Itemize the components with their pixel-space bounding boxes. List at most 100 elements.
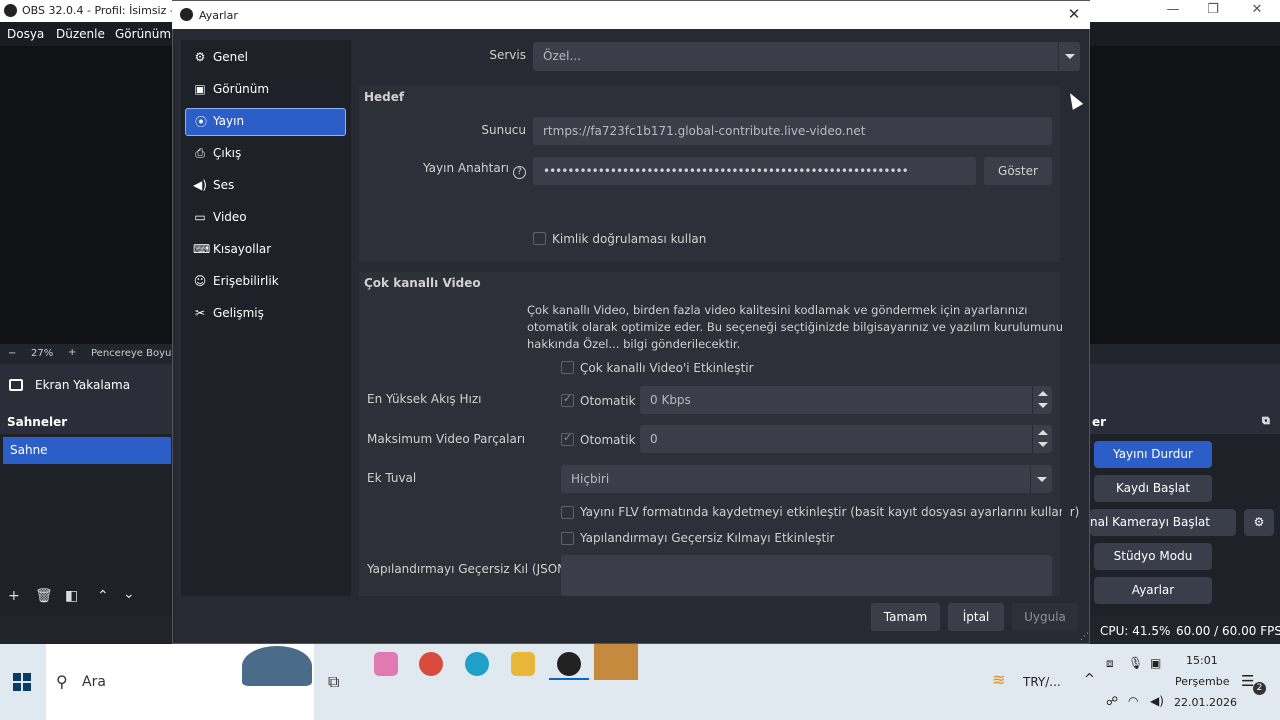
override-json-label: Yapılandırmayı Geçersiz Kıl (JSON) <box>367 562 571 576</box>
clock-day[interactable]: Perşembe <box>1175 675 1230 688</box>
scene-item[interactable]: Sahne <box>3 437 171 464</box>
sidebar-item-accessibility[interactable]: ☺ Erişebilirlik <box>185 268 346 296</box>
monitor-icon: ▭ <box>194 210 206 224</box>
wifi-icon[interactable]: ◠ <box>1128 694 1138 708</box>
help-icon[interactable]: ? <box>513 166 526 179</box>
sidebar-item-video[interactable]: ▭ Video <box>185 204 346 232</box>
close-icon[interactable]: ✕ <box>1242 2 1272 20</box>
obs-window-title: OBS 32.0.4 - Profil: İsimsiz - Sa <box>22 4 192 17</box>
stream-key-input[interactable]: ••••••••••••••••••••••••••••••••••••••••… <box>533 157 976 185</box>
close-icon[interactable]: ✕ <box>1064 5 1084 23</box>
menu-view[interactable]: Görünüm <box>115 27 171 41</box>
override-enable-checkbox[interactable] <box>561 532 574 545</box>
obs-taskbar-icon[interactable] <box>557 652 581 676</box>
clock-time[interactable]: 15:01 <box>1186 654 1218 667</box>
sidebar-item-general[interactable]: ⚙ Genel <box>185 44 346 72</box>
source-toolbar: Ekran Yakalama <box>0 364 172 408</box>
auth-checkbox[interactable] <box>533 232 546 245</box>
server-label: Sunucu <box>481 123 526 137</box>
multitrack-title: Çok kanallı Video <box>364 276 481 290</box>
max-bitrate-auto-label: Otomatik <box>580 394 636 408</box>
service-label: Servis <box>489 48 526 62</box>
currency-label[interactable]: TRY/... <box>1023 675 1061 689</box>
zoom-bar-right <box>1090 344 1280 364</box>
cpu-usage: CPU: 41.5% <box>1100 624 1171 638</box>
file-explorer-icon[interactable] <box>511 652 535 676</box>
move-up-icon[interactable]: ⌃ <box>97 588 109 604</box>
multitrack-enable-checkbox[interactable] <box>561 361 574 374</box>
studio-mode-button[interactable]: Stüdyo Modu <box>1094 543 1212 570</box>
extra-canvas-dropdown[interactable]: Hiçbiri <box>561 465 1052 493</box>
undock-icon[interactable]: ⧉ <box>1262 414 1270 428</box>
camera-icon[interactable]: ⧈ <box>1106 656 1114 671</box>
max-bitrate-label: En Yüksek Akış Hızı <box>367 392 482 406</box>
minimize-icon[interactable]: — <box>1158 2 1188 20</box>
status-bar: CPU: 41.5% 60.00 / 60.00 FPS <box>1090 616 1280 644</box>
source-name[interactable]: Ekran Yakalama <box>35 378 130 392</box>
filters-icon[interactable]: ◧ <box>65 588 78 604</box>
menu-file[interactable]: Dosya <box>7 27 44 41</box>
spin-arrows-icon[interactable] <box>1032 425 1052 453</box>
fps-counter: 60.00 / 60.00 FPS <box>1176 624 1280 638</box>
content-scrollbar[interactable] <box>1062 86 1070 596</box>
edge-icon[interactable] <box>465 652 489 676</box>
virtual-camera-button[interactable]: nal Kamerayı Başlat <box>1090 509 1236 536</box>
add-scene-icon[interactable]: + <box>8 588 20 604</box>
minecraft-icon[interactable] <box>594 644 638 680</box>
taskbar-search[interactable]: ⚲ Ara <box>46 644 314 720</box>
microphone-icon[interactable]: 🎙 <box>1128 656 1143 670</box>
zoom-out-icon[interactable]: − <box>8 348 16 359</box>
sidebar-item-advanced[interactable]: ✂ Gelişmiş <box>185 300 346 328</box>
clock-date[interactable]: 22.01.2026 <box>1174 696 1237 709</box>
settings-button[interactable]: Ayarlar <box>1094 577 1212 604</box>
cancel-button[interactable]: İptal <box>948 603 1004 631</box>
service-dropdown[interactable]: Özel... <box>533 42 1080 71</box>
ok-button[interactable]: Tamam <box>871 603 940 631</box>
sidebar-item-audio[interactable]: ◀) Ses <box>185 172 346 200</box>
spin-arrows-icon[interactable] <box>1032 386 1052 414</box>
sidebar-item-appearance[interactable]: ▣ Görünüm <box>185 76 346 104</box>
screen-share-icon[interactable]: ▣ <box>1150 656 1161 670</box>
windows-start-icon[interactable] <box>13 673 31 691</box>
resize-grip-icon[interactable]: ⋰ <box>1080 632 1089 642</box>
override-json-textarea[interactable] <box>561 555 1052 596</box>
remove-scene-icon[interactable]: 🗑 <box>35 588 53 604</box>
chrome-icon[interactable] <box>419 652 443 676</box>
max-tracks-spinbox[interactable]: 0 <box>640 425 1052 453</box>
sidebar-item-output[interactable]: ⎙ Çıkış <box>185 140 346 168</box>
maximize-icon[interactable]: ❐ <box>1198 2 1228 20</box>
stop-stream-button[interactable]: Yayını Durdur <box>1094 441 1212 468</box>
menu-edit[interactable]: Düzenle <box>56 27 105 41</box>
chevron-down-icon <box>1058 42 1080 70</box>
gear-icon: ⚙ <box>194 50 206 64</box>
controls-title: er <box>1092 415 1107 429</box>
appearance-icon: ▣ <box>194 82 206 96</box>
scenes-toolbar: + 🗑 ◧ ⌃ ⌄ <box>0 585 172 611</box>
task-view-icon[interactable]: ⧉ <box>328 672 339 692</box>
preview-canvas-right[interactable] <box>1090 46 1280 344</box>
zoom-bar: − 27% + Pencereye Boyut <box>0 344 175 364</box>
sidebar-item-hotkeys[interactable]: ⌨ Kısayollar <box>185 236 346 264</box>
multitrack-description-line: otomatik olarak optimize eder. Bu seçene… <box>527 320 1070 334</box>
volume-icon[interactable]: ◀) <box>1150 694 1164 708</box>
notification-count: 2 <box>1253 682 1266 695</box>
fit-to-window-label[interactable]: Pencereye Boyut <box>91 348 175 359</box>
preview-canvas[interactable] <box>0 46 172 344</box>
move-down-icon[interactable]: ⌄ <box>123 586 135 602</box>
copilot-icon[interactable] <box>374 652 398 676</box>
virtual-camera-settings-icon[interactable]: ⚙ <box>1244 509 1274 536</box>
show-key-button[interactable]: Göster <box>984 157 1052 185</box>
chevron-up-icon[interactable]: ^ <box>1084 672 1095 687</box>
zoom-in-icon[interactable]: + <box>68 347 76 358</box>
sidebar-item-stream[interactable]: ⦿ Yayın <box>185 108 346 136</box>
obs-logo-icon <box>4 4 17 17</box>
network-icon[interactable]: ☍ <box>1106 694 1118 708</box>
server-input[interactable]: rtmps://fa723fc1b171.global-contribute.l… <box>533 117 1052 145</box>
start-record-button[interactable]: Kaydı Başlat <box>1094 475 1212 502</box>
multitrack-description-line: Çok kanallı Video, birden fazla video ka… <box>527 303 1028 317</box>
max-bitrate-spinbox[interactable]: 0 Kbps <box>640 386 1052 414</box>
max-tracks-auto-checkbox[interactable] <box>561 431 574 446</box>
apply-button[interactable]: Uygula <box>1012 603 1078 631</box>
max-bitrate-auto-checkbox[interactable] <box>561 392 574 407</box>
flv-checkbox[interactable] <box>561 506 574 519</box>
